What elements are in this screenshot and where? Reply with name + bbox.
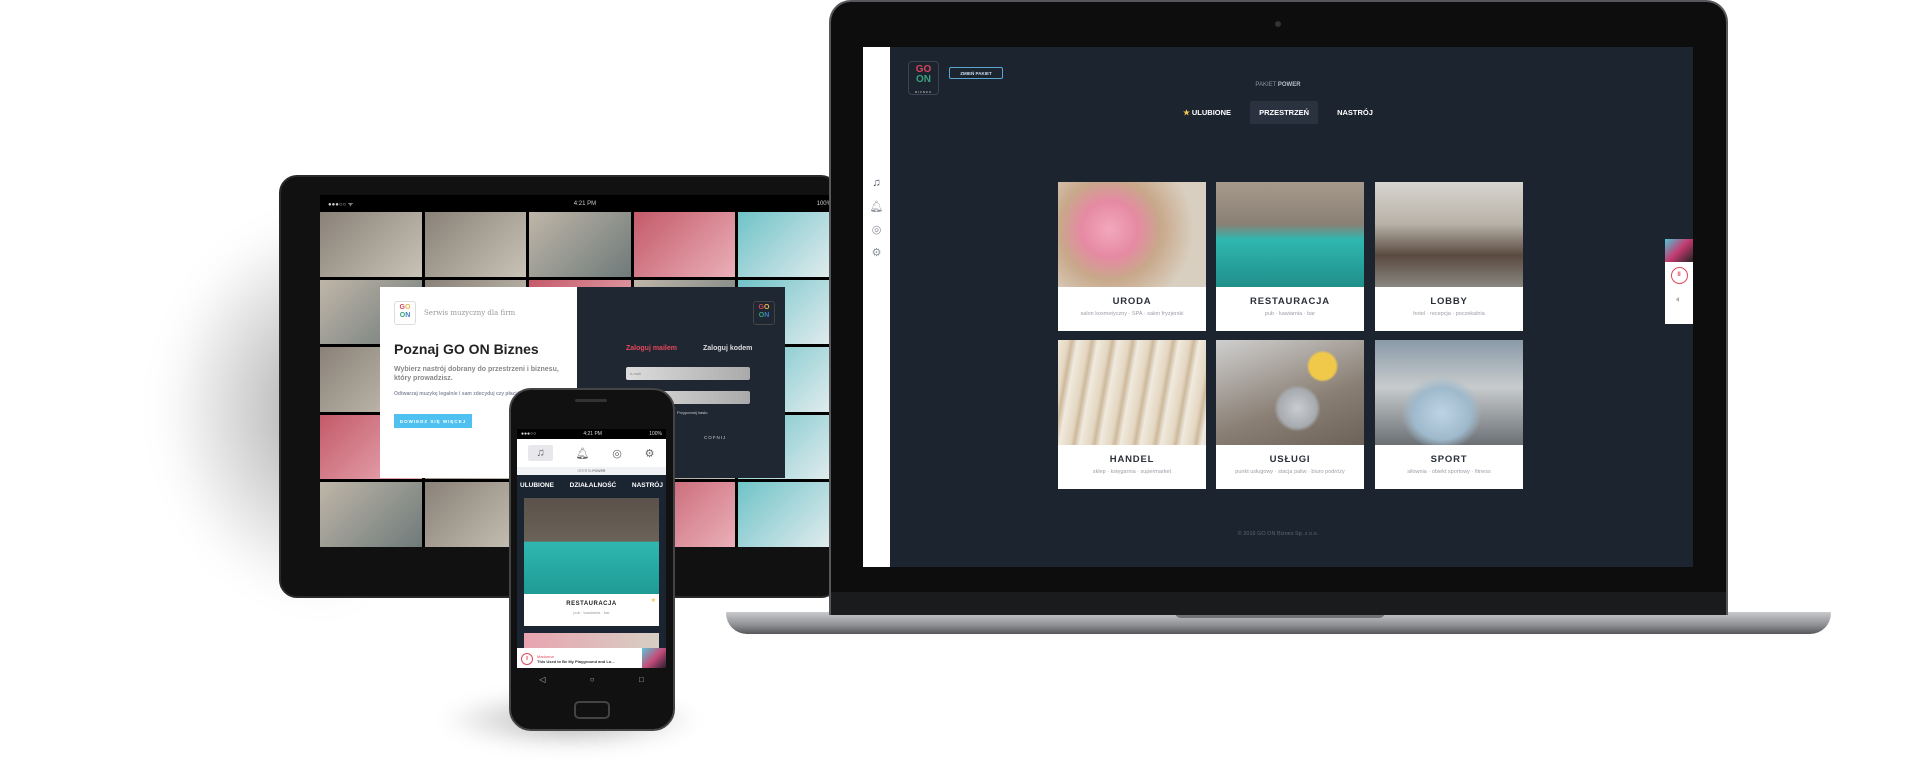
phone-player: II Madonna This Used to Be My Playground… xyxy=(517,648,666,668)
tile-title: HANDEL xyxy=(1109,454,1155,465)
category-tabs: ★ ULUBIONE PRZESTRZEŃ NASTRÓJ xyxy=(863,101,1693,124)
webcam xyxy=(1275,21,1281,27)
phone-speaker xyxy=(575,399,607,402)
status-time: 4:21 PM xyxy=(573,200,597,207)
android-nav: ◁ ○ □ xyxy=(517,668,666,690)
tile-title: URODA xyxy=(1112,296,1152,307)
tile-title: SPORT xyxy=(1430,454,1468,465)
tile-subtitle: salon kosmetyczny · SPA · salon fryzjers… xyxy=(1080,311,1184,317)
home-icon[interactable]: ○ xyxy=(590,675,595,684)
recents-icon[interactable]: □ xyxy=(639,675,644,684)
tile-title: RESTAURACJA xyxy=(1250,296,1330,307)
star-icon: ★ xyxy=(1183,108,1190,117)
copyright: © 2016 GO ON Biznes Sp. z o.o. xyxy=(1237,531,1319,537)
tile-image xyxy=(1375,182,1523,287)
mini-player: II 🔈︎ xyxy=(1665,239,1693,324)
gear-icon[interactable]: ⚙ xyxy=(869,246,884,259)
status-battery: 100% xyxy=(649,431,662,437)
offer-label: OFERTA POWER xyxy=(517,467,666,475)
laptop-chin xyxy=(831,592,1726,615)
tab-nastroj[interactable]: NASTRÓJ xyxy=(632,482,663,489)
volume-icon[interactable]: 🔈︎ xyxy=(1665,294,1693,305)
subheadline: Wybierz nastrój dobrany do przestrzeni i… xyxy=(394,366,559,382)
back-icon[interactable]: ◁ xyxy=(539,675,545,684)
tab-nastroj[interactable]: NASTRÓJ xyxy=(1328,101,1382,124)
status-time: 4:21 PM xyxy=(583,431,602,437)
lifebuoy-icon[interactable]: ◎ xyxy=(612,447,622,460)
tile-image xyxy=(1058,182,1206,287)
gear-icon[interactable]: ⚙ xyxy=(645,447,655,460)
tab-ulubione[interactable]: ★ ULUBIONE xyxy=(1174,101,1240,124)
login-code-tab[interactable]: Zaloguj kodem xyxy=(703,345,752,352)
tile-uslugi[interactable]: USŁUGI punkt usługowy · stacja paliw · b… xyxy=(1216,340,1364,489)
bell-icon[interactable]: 🔔︎ xyxy=(869,200,884,213)
tile-subtitle: punkt usługowy · stacja paliw · biuro po… xyxy=(1235,469,1345,475)
tile-image xyxy=(1216,182,1364,287)
tile-lobby[interactable]: LOBBY hotel · recepcja · poczekalnia xyxy=(1375,182,1523,331)
tile-image xyxy=(1375,340,1523,445)
phone-tabs: ♫ 🔔︎ ◎ ⚙ xyxy=(517,439,666,467)
tile-title: LOBBY xyxy=(1430,296,1468,307)
go-on-logo: GO ON xyxy=(753,301,775,325)
tile-subtitle: pub · kawiarnia · bar xyxy=(573,610,610,615)
tablet-status-bar: ●●●○○ ᯤ 4:21 PM 100% xyxy=(320,195,840,212)
package-label: PAKIET POWER xyxy=(1255,82,1301,88)
bell-icon[interactable]: 🔔︎ xyxy=(575,447,589,460)
go-on-logo: GO ON xyxy=(394,301,416,325)
phone-screen: ●●●○○ 4:21 PM 100% ♫ 🔔︎ ◎ ⚙ OFERTA POWER… xyxy=(517,429,666,668)
tile-subtitle: hotel · recepcja · poczekalnia xyxy=(1413,311,1485,317)
tile-subtitle: sklep · księgarnia · supermarket xyxy=(1092,469,1172,475)
tab-ulubione[interactable]: ULUBIONE xyxy=(520,482,554,489)
tile-title: USŁUGI xyxy=(1269,454,1311,465)
lifebuoy-icon[interactable]: ◎ xyxy=(869,223,884,236)
tab-dzialalnosc[interactable]: DZIAŁALNOŚĆ xyxy=(570,482,617,489)
tile-title: RESTAURACJA xyxy=(566,601,617,607)
phone-category-nav: ULUBIONE DZIAŁALNOŚĆ NASTRÓJ xyxy=(517,482,666,489)
go-on-logo[interactable]: GO ON BIZNES xyxy=(908,61,939,95)
back-button[interactable]: COFNIJ xyxy=(704,435,726,440)
learn-more-button[interactable]: DOWIEDZ SIĘ WIĘCEJ xyxy=(394,414,472,428)
tab-przestrzen[interactable]: PRZESTRZEŃ xyxy=(1250,101,1319,124)
phone-status-bar: ●●●○○ 4:21 PM 100% xyxy=(517,429,666,439)
pause-icon[interactable]: II xyxy=(1670,267,1688,284)
star-icon[interactable]: ★ xyxy=(651,597,656,604)
email-input[interactable]: e-mail xyxy=(626,367,750,380)
headline: Poznaj GO ON Biznes xyxy=(394,341,539,357)
tile-subtitle: siłownia · obiekt sportowy · fitness xyxy=(1407,469,1491,475)
app-screen: ♫ 🔔︎ ◎ ⚙ GO ON BIZNES ZMIEŃ PAKIET PAKIET … xyxy=(863,47,1693,567)
remind-password-link[interactable]: Przypomnij hasło xyxy=(677,410,707,415)
tile-handel[interactable]: HANDEL sklep · księgarnia · supermarket xyxy=(1058,340,1206,489)
change-package-button[interactable]: ZMIEŃ PAKIET xyxy=(949,67,1003,79)
album-art xyxy=(642,648,666,668)
album-art xyxy=(1665,239,1693,262)
signal-icon: ●●●○○ ᯤ xyxy=(328,201,354,208)
tile-uroda[interactable]: URODA salon kosmetyczny · SPA · salon fr… xyxy=(1058,182,1206,331)
tile-restauracja[interactable]: RESTAURACJA pub · kawiarnia · bar xyxy=(1216,182,1364,331)
music-icon[interactable]: ♫ xyxy=(869,177,884,189)
home-button[interactable] xyxy=(574,701,610,719)
sidebar: ♫ 🔔︎ ◎ ⚙ xyxy=(863,47,890,567)
tile-image xyxy=(1058,340,1206,445)
tile-image xyxy=(524,498,659,594)
tile-subtitle: pub · kawiarnia · bar xyxy=(1264,311,1316,317)
login-email-tab[interactable]: Zaloguj mailem xyxy=(626,345,677,352)
track-title: This Used to Be My Playground and Lo... xyxy=(537,659,615,664)
tile-restauracja[interactable]: ★ RESTAURACJA pub · kawiarnia · bar xyxy=(524,498,659,626)
pause-icon[interactable]: II xyxy=(521,653,533,665)
tile-image xyxy=(1216,340,1364,445)
music-icon[interactable]: ♫ xyxy=(528,445,553,461)
tagline: Serwis muzyczny dla firm xyxy=(424,309,516,317)
tile-sport[interactable]: SPORT siłownia · obiekt sportowy · fitne… xyxy=(1375,340,1523,489)
signal-icon: ●●●○○ xyxy=(521,431,537,437)
